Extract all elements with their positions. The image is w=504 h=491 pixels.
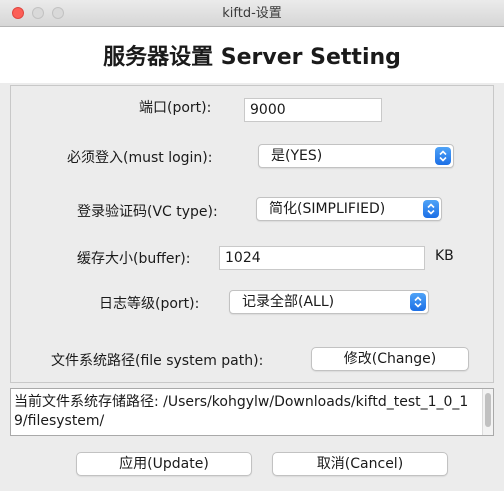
log-level-select[interactable]: 记录全部(ALL)	[229, 290, 429, 314]
current-path-display: 当前文件系统存储路径: /Users/kohgylw/Downloads/kif…	[10, 388, 494, 436]
port-input[interactable]: 9000	[244, 98, 382, 122]
select-arrows-icon	[423, 200, 439, 218]
path-scrollbar[interactable]	[482, 389, 493, 435]
port-label: 端口(port):	[139, 100, 212, 116]
vc-type-label: 登录验证码(VC type):	[77, 204, 218, 220]
header: 服务器设置 Server Setting	[0, 27, 504, 83]
update-button[interactable]: 应用(Update)	[76, 452, 252, 476]
must-login-selected: 是(YES)	[271, 148, 323, 164]
vc-type-select[interactable]: 简化(SIMPLIFIED)	[256, 197, 442, 221]
select-arrows-icon	[410, 293, 426, 311]
settings-window: kiftd-设置 服务器设置 Server Setting 端口(port): …	[0, 0, 504, 491]
must-login-select[interactable]: 是(YES)	[258, 144, 454, 168]
buffer-label: 缓存大小(buffer):	[77, 251, 191, 267]
current-path-text: 当前文件系统存储路径: /Users/kohgylw/Downloads/kif…	[14, 394, 469, 429]
select-arrows-icon	[435, 147, 451, 165]
must-login-label: 必须登入(must login):	[67, 150, 213, 166]
change-path-button[interactable]: 修改(Change)	[311, 347, 469, 371]
buffer-unit: KB	[435, 248, 454, 264]
buffer-input[interactable]: 1024	[219, 246, 425, 270]
scroll-thumb[interactable]	[485, 393, 491, 427]
vc-type-selected: 简化(SIMPLIFIED)	[269, 201, 386, 217]
settings-panel: 端口(port): 9000 必须登入(must login): 是(YES) …	[10, 85, 494, 383]
file-system-path-label: 文件系统路径(file system path):	[51, 353, 264, 369]
cancel-button[interactable]: 取消(Cancel)	[272, 452, 448, 476]
log-level-label: 日志等级(port):	[99, 296, 200, 312]
title-bar: kiftd-设置	[0, 0, 504, 27]
log-level-selected: 记录全部(ALL)	[242, 294, 335, 310]
page-title: 服务器设置 Server Setting	[103, 45, 401, 70]
window-title: kiftd-设置	[222, 6, 282, 21]
